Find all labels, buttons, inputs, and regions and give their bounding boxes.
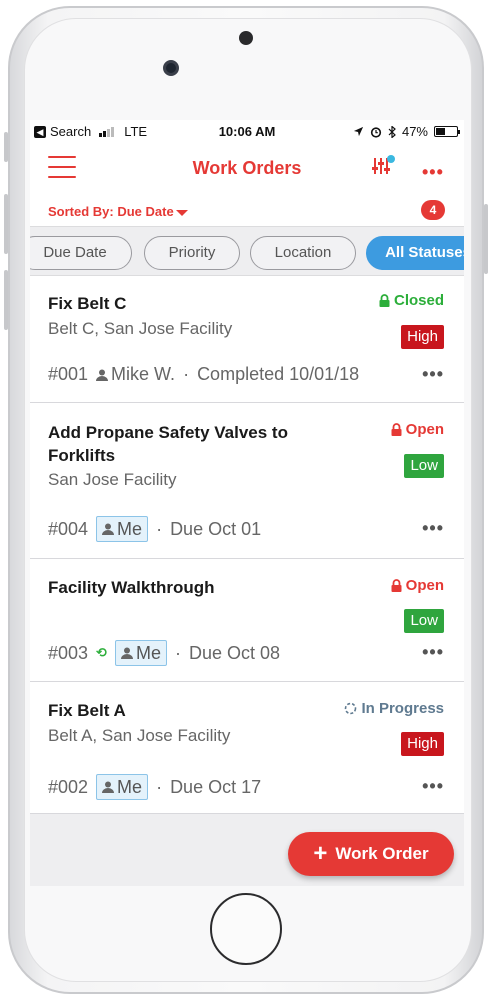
assignee-name: Me [117, 776, 143, 797]
chip-due-date[interactable]: Due Date [30, 236, 132, 270]
priority-badge: Low [404, 609, 444, 633]
bluetooth-icon [388, 125, 396, 138]
priority-badge: Low [404, 454, 444, 478]
meta-separator: · [156, 776, 163, 797]
work-order-card[interactable]: Fix Belt A Belt A, San Jose Facility In … [30, 682, 464, 814]
work-order-title: Add Propane Safety Valves to Forklifts [48, 423, 288, 465]
mute-switch [4, 132, 8, 162]
work-order-meta: #002 Me · Due Oct 17 [48, 774, 261, 800]
meta-separator: · [183, 364, 190, 384]
person-icon [102, 781, 115, 793]
speaker-icon [239, 31, 253, 45]
work-order-location: Belt A, San Jose Facility [48, 726, 231, 745]
work-order-title: Facility Walkthrough [48, 578, 215, 597]
status-label: Closed [393, 292, 444, 309]
priority-badge: High [401, 732, 444, 756]
due-date: Completed 10/01/18 [197, 364, 360, 384]
add-work-order-label: Work Order [335, 844, 429, 863]
volume-down-button [4, 270, 8, 330]
status-label: In Progress [361, 700, 444, 717]
lock-icon [391, 579, 402, 592]
sort-label: Sorted By: Due Date [48, 204, 174, 219]
assignee-name: Me [117, 518, 143, 539]
work-order-id: #003 [48, 642, 89, 663]
app-screen: ◀ Search LTE 10:06 AM 47% Work Orders ••… [30, 120, 464, 886]
person-icon [120, 647, 133, 659]
sort-dropdown[interactable]: Sorted By: Due Date [48, 204, 188, 219]
work-order-card[interactable]: Facility Walkthrough Open Low #003 ⟲ Me … [30, 559, 464, 682]
assignee-name: Mike W. [111, 364, 176, 384]
person-icon [96, 369, 109, 381]
assignee-me-badge: Me [96, 774, 149, 800]
priority-badge: High [401, 325, 444, 349]
count-badge: 4 [421, 200, 445, 220]
camera-icon [163, 60, 179, 76]
filter-sliders-icon[interactable] [370, 154, 396, 180]
chip-location[interactable]: Location [250, 236, 356, 270]
work-order-id: #004 [48, 518, 89, 539]
status-badge: Open [391, 577, 444, 594]
card-more-icon[interactable]: ••• [422, 642, 444, 663]
add-work-order-button[interactable]: + Work Order [288, 832, 454, 876]
status-label: Open [405, 577, 444, 594]
filter-chip-bar[interactable]: Due Date Priority Location All Statuses [30, 226, 464, 276]
status-bar: ◀ Search LTE 10:06 AM 47% [30, 120, 464, 142]
volume-up-button [4, 194, 8, 254]
person-icon [102, 523, 115, 535]
work-order-id: #002 [48, 776, 89, 797]
status-badge: In Progress [344, 700, 444, 717]
location-icon [353, 126, 364, 137]
work-order-card[interactable]: Fix Belt C Belt C, San Jose Facility Clo… [30, 276, 464, 403]
more-icon[interactable]: ••• [422, 162, 444, 183]
work-order-location: San Jose Facility [48, 470, 177, 489]
status-label: Open [405, 421, 444, 438]
plus-icon: + [313, 840, 328, 867]
due-date: Due Oct 17 [170, 776, 262, 797]
assignee-me-badge: Me [114, 640, 167, 666]
page-title: Work Orders [192, 158, 302, 178]
caret-down-icon [175, 209, 188, 216]
assignee: Mike W. [96, 364, 175, 385]
battery-icon [434, 126, 460, 137]
sort-bar: Sorted By: Due Date 4 [30, 198, 464, 226]
work-order-meta: #001 Mike W. · Completed 10/01/18 [48, 364, 359, 385]
work-order-card[interactable]: Add Propane Safety Valves to Forklifts S… [30, 403, 464, 559]
work-order-title: Fix Belt C [48, 294, 127, 313]
work-order-meta: #004 Me · Due Oct 01 [48, 516, 261, 542]
repeat-icon: ⟲ [96, 645, 107, 660]
in-progress-icon [345, 702, 357, 715]
chip-priority[interactable]: Priority [144, 236, 240, 270]
meta-separator: · [174, 642, 181, 663]
due-date: Due Oct 08 [188, 642, 281, 663]
status-badge: Open [391, 421, 444, 438]
home-button[interactable] [210, 893, 282, 965]
alarm-icon [370, 126, 382, 138]
chip-all-statuses[interactable]: All Statuses [366, 236, 464, 270]
work-order-location: Belt C, San Jose Facility [48, 319, 233, 338]
lock-icon [379, 294, 390, 307]
card-more-icon[interactable]: ••• [422, 364, 444, 385]
work-order-id: #001 [48, 364, 89, 384]
card-more-icon[interactable]: ••• [422, 776, 444, 797]
status-badge: Closed [379, 292, 444, 309]
due-date: Due Oct 01 [170, 518, 262, 539]
battery-percent: 47% [401, 124, 428, 139]
card-more-icon[interactable]: ••• [422, 518, 444, 539]
assignee-me-badge: Me [96, 516, 149, 542]
nav-bar: Work Orders ••• [30, 142, 464, 198]
assignee-name: Me [135, 642, 161, 663]
lock-icon [391, 423, 402, 436]
meta-separator: · [156, 518, 163, 539]
work-order-meta: #003 ⟲ Me · Due Oct 08 [48, 640, 280, 666]
power-button [484, 204, 488, 274]
work-order-title: Fix Belt A [48, 701, 126, 720]
